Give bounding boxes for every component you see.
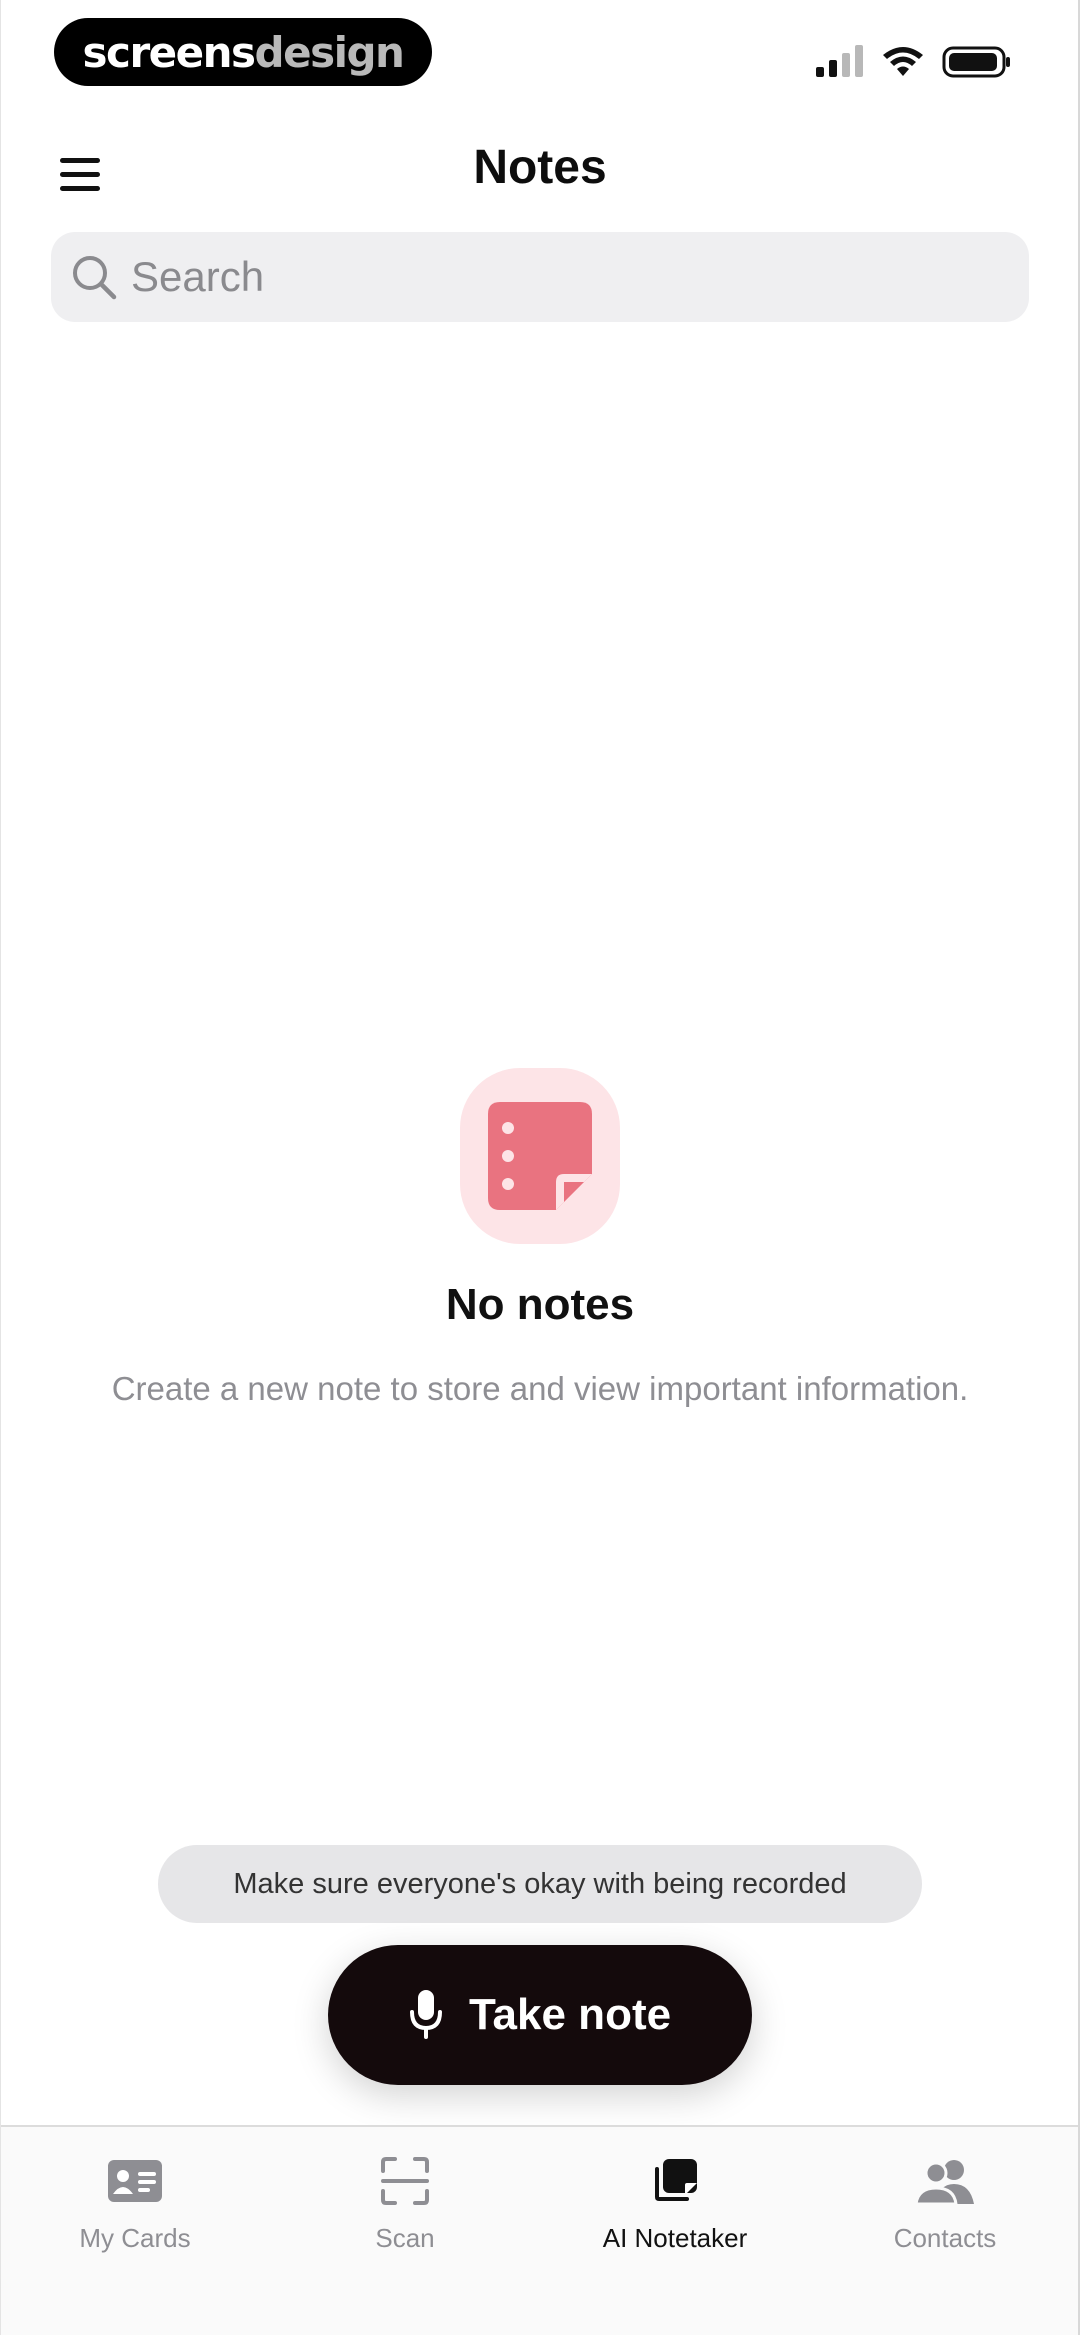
brand-primary: screens: [82, 27, 256, 77]
brand-logo: screens design: [54, 18, 432, 86]
signal-icon: [816, 45, 863, 77]
take-note-button[interactable]: Take note: [328, 1945, 752, 2085]
id-card-icon: [108, 2160, 162, 2202]
bottom-tab-bar: My Cards Scan AI Notetaker Contacts: [0, 2125, 1080, 2335]
brand-secondary: design: [254, 27, 405, 77]
tab-ai-notetaker[interactable]: AI Notetaker: [540, 2127, 810, 2335]
notes-stack-icon: [655, 2159, 697, 2201]
status-bar: screens design: [0, 0, 1080, 110]
tab-label: Scan: [375, 2223, 435, 2253]
tab-label: Contacts: [893, 2223, 997, 2253]
frame-edge-left: [0, 0, 1, 2335]
contacts-icon: [916, 2160, 974, 2204]
empty-state-description: Create a new note to store and view impo…: [111, 1370, 969, 1407]
microphone-icon: [409, 1990, 442, 2039]
empty-state-icon-container: [460, 1068, 620, 1244]
tab-contacts[interactable]: Contacts: [810, 2127, 1080, 2335]
empty-state-title: No notes: [445, 1280, 635, 1329]
recording-consent-banner: Make sure everyone's okay with being rec…: [158, 1845, 922, 1923]
search-icon: [69, 252, 119, 302]
tab-label: AI Notetaker: [602, 2223, 748, 2253]
scan-frame-icon: [381, 2157, 429, 2205]
search-input[interactable]: [131, 232, 1011, 322]
page-title: Notes: [473, 141, 607, 194]
battery-icon: [942, 46, 1010, 78]
tab-scan[interactable]: Scan: [270, 2127, 540, 2335]
wifi-icon: [883, 47, 923, 76]
take-note-label: Take note: [468, 1990, 672, 2039]
tab-label: My Cards: [79, 2223, 191, 2253]
status-icons: [816, 42, 1012, 82]
search-bar[interactable]: [51, 232, 1029, 322]
note-icon: [488, 1102, 592, 1210]
tab-my-cards[interactable]: My Cards: [0, 2127, 270, 2335]
